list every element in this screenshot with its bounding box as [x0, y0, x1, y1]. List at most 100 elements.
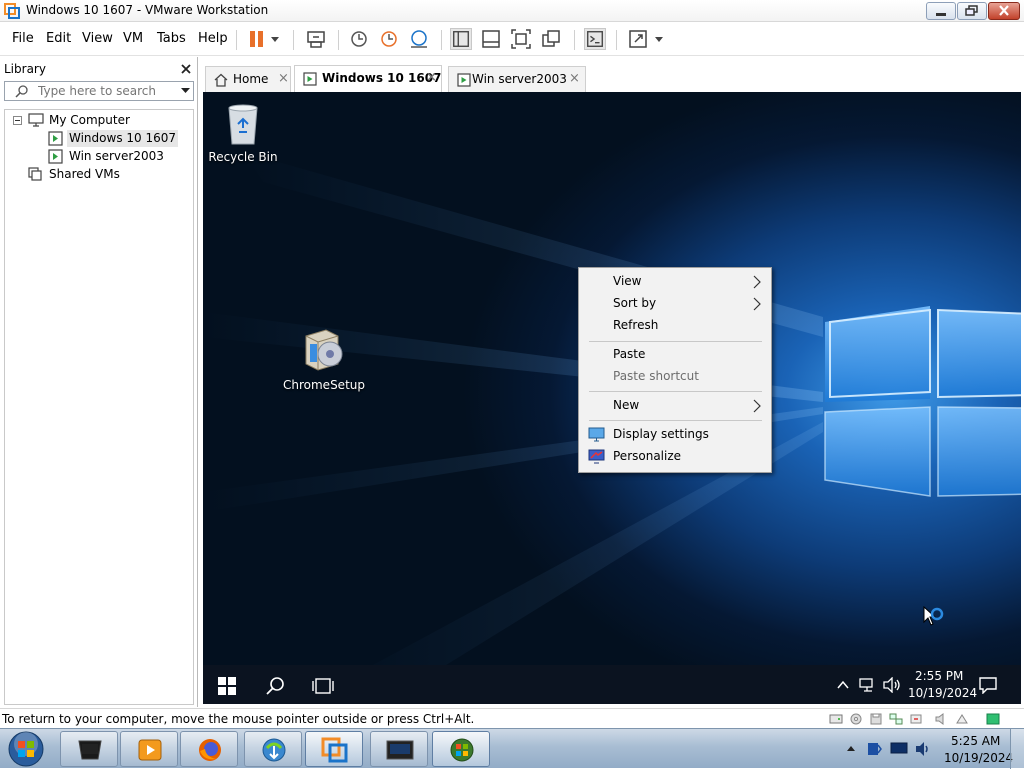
stretch-dropdown-arrow-icon[interactable]: [652, 28, 666, 50]
pause-icon[interactable]: [246, 28, 268, 50]
chevron-down-icon[interactable]: [181, 88, 190, 94]
power-dropdown-arrow-icon[interactable]: [268, 28, 282, 50]
tab-label: Windows 10 1607: [322, 71, 442, 85]
taskbar-app-firefox[interactable]: [180, 731, 238, 767]
task-view-icon[interactable]: [312, 677, 334, 695]
printer-icon[interactable]: [955, 713, 969, 725]
taskbar-app-windows-vm[interactable]: [432, 731, 490, 767]
tray-monitor-icon[interactable]: [890, 741, 908, 757]
cd-drive-icon[interactable]: [849, 713, 863, 725]
toolbar-separator: [574, 30, 575, 50]
home-icon: [214, 73, 228, 87]
search-icon[interactable]: [265, 676, 285, 696]
windows-start-orb-icon[interactable]: [6, 730, 46, 768]
ctx-item-label: Paste: [613, 347, 646, 361]
display-settings-icon: [588, 427, 605, 442]
ctx-item-sort-by[interactable]: Sort by: [580, 293, 770, 315]
menu-edit[interactable]: Edit: [46, 31, 71, 46]
ctx-item-display-settings[interactable]: Display settings: [580, 424, 770, 446]
taskbar-app-terminal[interactable]: [60, 731, 118, 767]
tree-item-shared-vms[interactable]: Shared VMs: [9, 166, 189, 183]
ctx-item-label: Display settings: [613, 427, 709, 441]
full-screen-icon[interactable]: [510, 28, 532, 50]
taskbar-app-vm-window[interactable]: [370, 731, 428, 767]
menu-file[interactable]: File: [12, 31, 34, 46]
desktop-context-menu: View Sort by Refresh Paste Paste shortcu…: [578, 267, 772, 473]
sound-card-icon[interactable]: [934, 713, 948, 725]
menu-bar: File Edit View VM Tabs Help: [0, 23, 1024, 56]
tray-bluetooth-icon[interactable]: [866, 741, 882, 757]
vmware-app-icon: [321, 737, 348, 763]
stretch-guest-icon[interactable]: [627, 28, 649, 50]
tab-close-button[interactable]: ×: [569, 71, 580, 86]
library-close-button[interactable]: [180, 59, 192, 79]
ctx-separator: [589, 391, 762, 392]
tree-item-windows-10-1607[interactable]: Windows 10 1607: [9, 130, 189, 147]
message-log-icon[interactable]: [986, 713, 1000, 725]
tree-item-win-server2003[interactable]: Win server2003: [9, 148, 189, 165]
network-adapter-icon[interactable]: [889, 713, 903, 725]
ctx-item-view[interactable]: View: [580, 271, 770, 293]
tab-home[interactable]: Home ×: [205, 66, 291, 92]
vm-icon: [457, 73, 471, 87]
title-bar[interactable]: Windows 10 1607 - VMware Workstation: [0, 0, 1024, 22]
usb-icon[interactable]: [909, 713, 923, 725]
network-icon[interactable]: [858, 677, 876, 693]
search-icon: [15, 85, 28, 98]
desktop-icon-chromesetup[interactable]: ChromeSetup: [283, 326, 365, 394]
tab-windows-10-1607[interactable]: Windows 10 1607 ×: [294, 65, 442, 92]
action-center-icon[interactable]: [979, 676, 997, 694]
floppy-icon[interactable]: [869, 713, 883, 725]
ctx-separator: [589, 341, 762, 342]
volume-icon[interactable]: [882, 677, 902, 693]
menu-help[interactable]: Help: [198, 31, 228, 46]
show-desktop-button[interactable]: [1010, 729, 1024, 769]
vm-window-icon: [386, 740, 414, 760]
snapshot-icon[interactable]: [348, 28, 370, 50]
close-window-button[interactable]: [988, 2, 1020, 20]
send-ctrl-alt-del-icon[interactable]: [305, 28, 327, 50]
library-search-input[interactable]: [38, 83, 173, 99]
ctx-item-paste-shortcut: Paste shortcut: [580, 366, 770, 388]
ctx-item-personalize[interactable]: Personalize: [580, 446, 770, 468]
vmware-app-icon: [4, 3, 20, 19]
chevron-up-icon[interactable]: [836, 678, 850, 692]
ctx-item-paste[interactable]: Paste: [580, 344, 770, 366]
guest-clock-date[interactable]: 10/19/2024: [908, 686, 977, 700]
ctx-item-new[interactable]: New: [580, 395, 770, 417]
console-view-icon[interactable]: [584, 28, 606, 50]
show-hidden-icons-icon[interactable]: [846, 744, 856, 752]
show-library-icon[interactable]: [450, 28, 472, 50]
tree-item-my-computer[interactable]: My Computer: [9, 112, 189, 129]
snapshot-manager-icon[interactable]: [408, 28, 430, 50]
taskbar-app-vmware[interactable]: [305, 731, 363, 767]
thumbnail-bar-icon[interactable]: [480, 28, 502, 50]
tray-volume-icon[interactable]: [914, 741, 932, 757]
tab-close-button[interactable]: ×: [278, 71, 289, 86]
menu-tabs[interactable]: Tabs: [157, 31, 186, 46]
taskbar-app-media-player[interactable]: [120, 731, 178, 767]
minimize-button[interactable]: [926, 2, 956, 20]
ctx-item-refresh[interactable]: Refresh: [580, 315, 770, 337]
vm-icon: [48, 149, 63, 164]
unity-icon[interactable]: [540, 28, 562, 50]
personalize-icon: [588, 449, 605, 464]
tab-win-server2003[interactable]: Win server2003 ×: [448, 66, 586, 92]
revert-snapshot-icon[interactable]: [378, 28, 400, 50]
ctx-item-label: Paste shortcut: [613, 369, 699, 383]
host-clock-time[interactable]: 5:25 AM: [951, 734, 1000, 748]
media-player-icon: [138, 739, 162, 761]
host-clock-date[interactable]: 10/19/2024: [944, 751, 1013, 765]
collapse-icon[interactable]: [13, 116, 22, 125]
hard-disk-icon[interactable]: [829, 713, 843, 725]
vm-icon: [303, 72, 317, 86]
tab-close-button[interactable]: ×: [426, 70, 437, 85]
library-search-box[interactable]: [4, 81, 194, 101]
guest-clock-time[interactable]: 2:55 PM: [915, 669, 963, 683]
menu-vm[interactable]: VM: [123, 31, 143, 46]
desktop-icon-recycle-bin[interactable]: Recycle Bin: [203, 100, 283, 168]
windows-start-icon[interactable]: [218, 677, 236, 695]
taskbar-app-download-manager[interactable]: [244, 731, 302, 767]
restore-button[interactable]: [957, 2, 987, 20]
menu-view[interactable]: View: [82, 31, 113, 46]
